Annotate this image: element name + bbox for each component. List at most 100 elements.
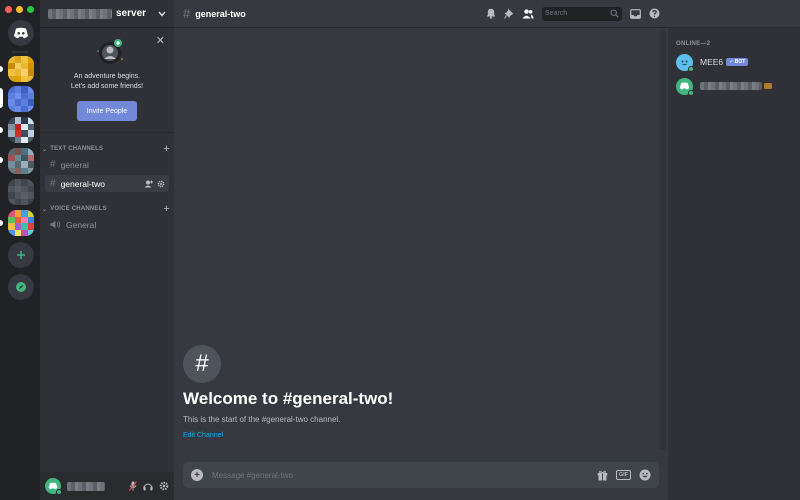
server-icon-pixel: [27, 198, 34, 205]
chat-header: # general-two Search: [174, 0, 668, 28]
selected-server-indicator: [0, 88, 3, 108]
channel-item-general[interactable]: # general: [45, 156, 169, 173]
channel-sidebar: server ✕ An adventure begins. Let's add …: [40, 0, 174, 500]
server-icon-pixel: [27, 75, 34, 82]
help-icon[interactable]: [649, 8, 660, 19]
member-name: MEE6: [700, 57, 724, 67]
hash-icon: #: [183, 345, 221, 383]
add-channel-icon[interactable]: +: [163, 143, 170, 155]
search-icon: [610, 9, 619, 18]
invite-member-icon[interactable]: [144, 180, 153, 188]
category-voice-channels[interactable]: ⌄ VOICE CHANNELS +: [42, 203, 170, 215]
text-channel-icon: #: [50, 178, 56, 189]
mee6-face-icon: [681, 60, 688, 65]
online-status-dot: [688, 65, 694, 72]
server-icon-1[interactable]: [8, 56, 34, 82]
discord-logo-icon: [14, 27, 28, 39]
search-input[interactable]: Search: [542, 6, 622, 21]
member-emblem: [764, 83, 772, 89]
username-redacted: [67, 481, 105, 491]
scrollbar[interactable]: [660, 30, 666, 450]
emoji-icon[interactable]: [639, 469, 651, 481]
category-label: TEXT CHANNELS: [50, 146, 104, 152]
add-channel-icon[interactable]: +: [163, 203, 170, 215]
unread-indicator: [0, 157, 3, 163]
welcome-card: ✕ An adventure begins. Let's add some fr…: [40, 29, 174, 133]
welcome-subtext: Let's add some friends!: [70, 83, 144, 90]
text-channel-icon: #: [50, 159, 56, 170]
member-item[interactable]: MEE6 ✓ BOT: [676, 52, 749, 72]
window-minimize-button[interactable]: [16, 6, 23, 13]
server-icon-3[interactable]: [8, 117, 34, 143]
online-status-dot: [56, 489, 62, 495]
welcome-title: Welcome to #general-two!: [183, 389, 394, 408]
server-icon-pixel: [27, 136, 34, 143]
server-icon-6[interactable]: [8, 210, 34, 236]
chevron-down-icon: ⌄: [42, 206, 48, 213]
server-icon-pixel: [27, 229, 34, 236]
message-composer: + GIF: [183, 462, 659, 488]
welcome-heading: An adventure begins.: [73, 73, 141, 80]
voice-channel-general[interactable]: General: [45, 216, 169, 233]
category-text-channels[interactable]: ⌄ TEXT CHANNELS +: [42, 143, 170, 155]
rail-separator: [12, 51, 28, 53]
server-icon-pixel: [27, 167, 34, 174]
text-channel-icon: #: [183, 6, 191, 21]
server-name-redacted: [48, 8, 112, 19]
avatar[interactable]: [45, 478, 62, 495]
unread-indicator: [0, 127, 3, 133]
chevron-down-icon: [158, 11, 166, 17]
online-section-header: ONLINE—2: [676, 41, 711, 47]
welcome-description: This is the start of the #general-two ch…: [183, 415, 341, 424]
channel-label: general-two: [60, 178, 105, 189]
chat-area: # general-two Search # Welcome to #gener…: [174, 0, 668, 500]
chevron-down-icon: ⌄: [42, 146, 48, 153]
compass-icon: [16, 282, 26, 292]
member-list-icon[interactable]: [522, 8, 534, 19]
inbox-icon[interactable]: [630, 8, 641, 19]
member-list-header: [668, 0, 800, 28]
server-header[interactable]: server: [40, 0, 174, 28]
gear-icon[interactable]: [157, 180, 165, 188]
server-icon-2[interactable]: [8, 86, 34, 112]
adventure-illustration-icon: [97, 39, 123, 64]
member-item[interactable]: [676, 76, 772, 96]
gift-icon[interactable]: [597, 470, 608, 481]
add-server-button[interactable]: [8, 242, 34, 268]
channel-label: General: [66, 219, 97, 230]
home-button[interactable]: [8, 20, 34, 46]
bot-badge: ✓ BOT: [726, 58, 749, 66]
member-name-redacted: [700, 82, 762, 90]
server-icon-5[interactable]: [8, 179, 34, 205]
headphones-icon[interactable]: [143, 482, 153, 491]
window-close-button[interactable]: [5, 6, 12, 13]
upload-plus-icon[interactable]: +: [191, 469, 203, 481]
message-input[interactable]: [212, 470, 572, 480]
online-status-dot: [688, 89, 694, 96]
edit-channel-link[interactable]: Edit Channel: [183, 432, 223, 439]
microphone-muted-icon[interactable]: [129, 481, 137, 491]
unread-indicator: [0, 220, 3, 226]
invite-people-button[interactable]: Invite People: [77, 101, 137, 121]
channel-label: general: [60, 159, 89, 170]
gear-icon[interactable]: [159, 481, 169, 491]
member-list: ONLINE—2 MEE6 ✓ BOT: [668, 0, 800, 500]
unread-indicator: [0, 66, 3, 72]
channel-welcome: # Welcome to #general-two! This is the s…: [183, 345, 393, 439]
search-placeholder: Search: [545, 10, 568, 17]
pin-icon[interactable]: [504, 8, 514, 19]
channel-title: general-two: [195, 8, 246, 19]
server-icon-4[interactable]: [8, 148, 34, 174]
user-panel: [40, 472, 174, 500]
discord-logo-icon: [679, 82, 690, 90]
channel-item-general-two[interactable]: # general-two: [45, 175, 169, 192]
window-zoom-button[interactable]: [27, 6, 34, 13]
explore-servers-button[interactable]: [8, 274, 34, 300]
close-icon[interactable]: ✕: [156, 34, 165, 47]
plus-icon: [17, 251, 25, 259]
avatar: [676, 77, 694, 96]
bell-icon[interactable]: [486, 8, 496, 19]
server-icon-pixel: [27, 105, 34, 112]
speaker-icon: [50, 220, 61, 229]
gif-button[interactable]: GIF: [615, 470, 631, 480]
